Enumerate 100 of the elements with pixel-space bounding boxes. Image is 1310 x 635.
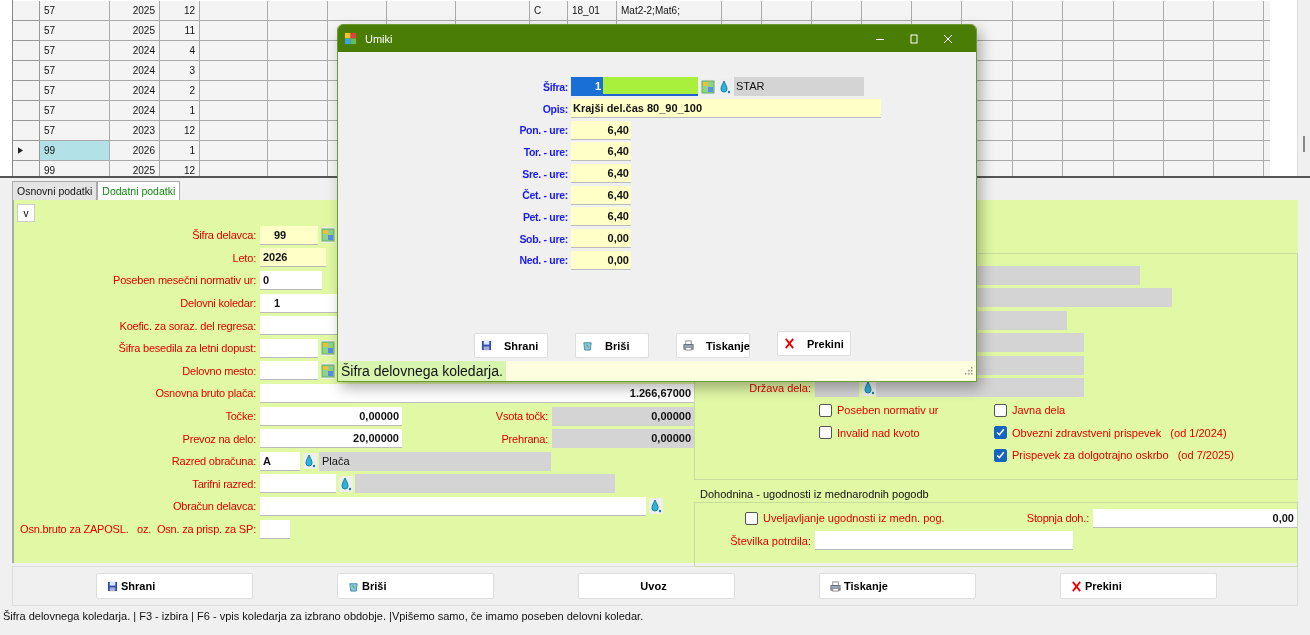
table-cell: 2025: [110, 161, 160, 176]
toolbar-button[interactable]: Uvoz: [578, 573, 735, 599]
group-title: Dohodnina - ugodnosti iz mednarodnih pogodb: [699, 488, 930, 502]
table-cell: 57: [40, 21, 110, 41]
table-cell: 2024: [110, 101, 160, 121]
field-label: Leto:: [231, 251, 257, 264]
table-cell: 4: [160, 41, 200, 61]
toolbar-button[interactable]: Prekini: [1060, 573, 1217, 599]
field-label: Prehrana:: [500, 432, 549, 445]
field-label: Pet. - ure:: [521, 210, 569, 223]
input-field[interactable]: 0,00: [1093, 508, 1297, 528]
tab[interactable]: Osnovni podatki: [12, 181, 98, 200]
readonly-field: 0,00000: [552, 429, 694, 449]
field-label: Koefic. za soraz. del regresa:: [118, 319, 257, 332]
input-field[interactable]: 6,40: [571, 120, 631, 140]
table-cell: 12: [160, 161, 200, 176]
field-label: Stopnja doh.:: [1025, 512, 1090, 525]
readonly-field: Plača: [319, 451, 551, 471]
field-label: Sre. - ure:: [521, 167, 569, 180]
table-cell: C: [530, 1, 568, 21]
status-text: Šifra delovnega koledarja.: [338, 361, 506, 381]
table-cell: 3: [160, 61, 200, 81]
checkbox-label: Poseben normativ ur: [837, 404, 939, 417]
table-cell: 57: [40, 41, 110, 61]
table-cell: 2026: [110, 141, 160, 161]
table-cell: 12: [160, 1, 200, 21]
field-label: Tor. - ure:: [522, 145, 569, 158]
table-cell: 11: [160, 21, 200, 41]
table-cell: Mat2-2;Mat6;: [617, 1, 722, 21]
field-label: Razred obračuna:: [170, 455, 257, 468]
checkbox-label: Prispevek za dolgotrajno oskrbo (od 7/2025): [1012, 449, 1234, 462]
field-label: Poseben mesečni normativ ur:: [112, 274, 257, 287]
field-label: Številka potrdila:: [729, 534, 812, 547]
field-label: Prevoz na delo:: [181, 432, 257, 445]
collapse-button[interactable]: v: [17, 204, 35, 222]
checkbox-label: Obvezni zdravstveni prispevek (od 1/2024): [1012, 426, 1227, 439]
toolbar-button[interactable]: Tiskanje: [819, 573, 976, 599]
table-cell: 57: [40, 101, 110, 121]
table-cell: 1: [160, 141, 200, 161]
field-label: Osn.bruto za ZAPOSL. oz. Osn. za prisp. za SP:: [19, 523, 257, 535]
table-cell: 2024: [110, 41, 160, 61]
status-text: Šifra delovnega koledarja. | F3 - izbira | F6 - vpis koledarja za izbrano obdobje. |Vpišemo samo, če imamo poseben delovni koledar.: [2, 610, 645, 622]
field-label: Delovno mesto:: [181, 364, 257, 377]
field-label: Šifra:: [541, 80, 569, 93]
toolbar-button[interactable]: Shrani: [96, 573, 253, 599]
window-title: Umiki: [365, 32, 393, 45]
field-label: Sob. - ure:: [518, 232, 569, 245]
input-field[interactable]: 6,40: [571, 164, 631, 184]
table-cell: 99: [40, 141, 110, 161]
field-label: Delovni koledar:: [179, 297, 257, 310]
dialog-button[interactable]: Briši: [575, 333, 649, 358]
checkbox-label: Uveljavljanje ugodnosti iz medn. pog.: [763, 512, 945, 525]
table-cell: 2: [160, 81, 200, 101]
field-label: Vsota točk:: [494, 410, 549, 423]
toolbar-button[interactable]: Briši: [337, 573, 494, 599]
input-field[interactable]: 6,40: [571, 207, 631, 227]
input-field[interactable]: A: [260, 451, 300, 471]
input-field[interactable]: 2026: [260, 248, 326, 268]
input-field[interactable]: 0,00: [571, 250, 631, 270]
table-cell: 57: [40, 121, 110, 141]
table-cell: 2023: [110, 121, 160, 141]
input-field[interactable]: 6,40: [571, 142, 631, 162]
input-field[interactable]: 6,40: [571, 185, 631, 205]
field-label: Šifra delavca:: [191, 229, 257, 242]
input-field[interactable]: 0,00: [571, 229, 631, 249]
table-cell: 57: [40, 81, 110, 101]
input-field[interactable]: 0: [260, 271, 322, 290]
input-field[interactable]: 1: [571, 77, 698, 97]
field-label: Država dela:: [748, 381, 812, 394]
readonly-field: 0,00000: [552, 406, 694, 426]
table-cell: 99: [40, 161, 110, 176]
input-field[interactable]: 1.266,67000: [260, 383, 694, 403]
table-cell: 18_01: [568, 1, 617, 21]
field-label: Opis:: [541, 102, 569, 115]
field-label: Pon. - ure:: [518, 124, 569, 137]
dialog-button[interactable]: Shrani: [474, 333, 548, 358]
input-field[interactable]: 20,00000: [260, 429, 402, 449]
field-label: Točke:: [224, 410, 257, 423]
input-field[interactable]: Krajši del.čas 80_90_100: [571, 99, 881, 119]
table-cell: 2024: [110, 61, 160, 81]
field-label: Čet. - ure:: [521, 189, 569, 202]
tab[interactable]: Dodatni podatki: [97, 181, 181, 200]
checkbox-label: Invalid nad kvoto: [837, 426, 920, 439]
field-label: Osnovna bruto plača:: [154, 387, 257, 400]
table-cell: 1: [160, 101, 200, 121]
field-label: Ned. - ure:: [518, 254, 569, 267]
input-field[interactable]: 0,00000: [260, 406, 402, 426]
input-field[interactable]: 99: [260, 225, 318, 245]
field-label: Šifra besedila za letni dopust:: [117, 342, 257, 355]
table-cell: 2025: [110, 1, 160, 21]
table-cell: 2025: [110, 21, 160, 41]
table-cell: 57: [40, 1, 110, 21]
table-cell: 12: [160, 121, 200, 141]
table-cell: 57: [40, 61, 110, 81]
readonly-field: STAR: [734, 77, 864, 97]
field-label: Tarifni razred:: [191, 477, 257, 490]
checkbox-label: Javna dela: [1012, 404, 1066, 417]
table-cell: 2024: [110, 81, 160, 101]
dialog-button[interactable]: Prekini: [777, 331, 851, 356]
dialog-button[interactable]: Tiskanje: [676, 333, 750, 358]
